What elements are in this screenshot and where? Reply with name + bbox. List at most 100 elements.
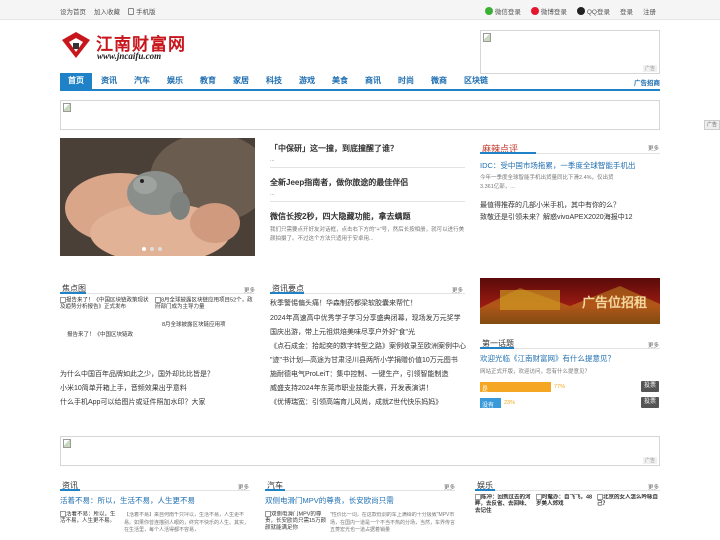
nav-item-entertainment[interactable]: 娱乐	[159, 73, 191, 89]
spicy-item[interactable]: 最值得推荐的几部小米手机，其中有你的么？	[480, 200, 620, 210]
poll-bar-no: 没有	[480, 398, 501, 409]
nav-item-auto[interactable]: 汽车	[126, 73, 158, 89]
col-news-headline[interactable]: 活着不易：所以，生活不易，人生更不易	[60, 495, 195, 506]
section-underline	[60, 489, 80, 491]
headline-1[interactable]: 「中保研」这一撞，到底撞醒了谁？	[270, 143, 398, 154]
focus-image-2-alt: 8月全球披露区块链应用项目52个，政府部门成为主导力量	[155, 297, 253, 311]
add-favorite-link[interactable]: 加入收藏	[94, 6, 120, 16]
news-item[interactable]: 2024年高速高中优秀学子学习分享盛典闭幕，现场发万元奖学	[270, 313, 461, 323]
news-item[interactable]: 国庆出游，带上元祖烘焙美味尽享户外好"食"光	[270, 327, 415, 337]
header-ad[interactable]: 广告	[480, 30, 660, 74]
section-underline	[480, 152, 536, 154]
col-auto-summary: "性价比一词，在这款低调的车上满绎的十分极致"MPV市场，在国内一道是一个不当不…	[330, 512, 456, 533]
focus-caption-2[interactable]: 8月全球披露区块链应用项	[162, 320, 226, 328]
divider	[270, 167, 465, 168]
slide-dot[interactable]	[150, 247, 154, 251]
focus-image-2[interactable]: 8月全球披露区块链应用项目52个，政府部门成为主导力量	[155, 297, 255, 319]
vote-button-yes[interactable]: 投票	[641, 381, 659, 392]
vote-button-no[interactable]: 投票	[641, 397, 659, 408]
side-ad-banner[interactable]: 广告位招租	[480, 278, 660, 324]
mobile-version-label: 手机版	[136, 9, 156, 16]
spicy-lead[interactable]: IDC：受中国市场拖累，一季度全球智能手机出	[480, 160, 635, 171]
nav-item-business[interactable]: 商讯	[357, 73, 389, 89]
headline-3-summary: 我们只需要点开好友对话框，点击右下方的"+"号，然后长按相册，就可以进行美颜拍摄…	[270, 227, 465, 242]
nav-item-home-living[interactable]: 家居	[225, 73, 257, 89]
news-item[interactable]: 秋季警惕偏头痛！华森制药都梁软胶囊来帮忙！	[270, 298, 417, 308]
nav-item-home[interactable]: 首页	[60, 73, 92, 89]
banner-ad[interactable]	[60, 100, 660, 130]
nav-item-education[interactable]: 教育	[192, 73, 224, 89]
site-logo[interactable]: 江南财富网 www.jncaifu.com	[60, 26, 190, 64]
nav-item-microbiz[interactable]: 微商	[423, 73, 455, 89]
register-link[interactable]: 注册	[643, 6, 656, 16]
qq-icon	[576, 7, 585, 15]
focus-image-1-alt: 报告来了！《中国区块链政策现状及趋势分析报告》正式发布	[60, 297, 149, 311]
nav-item-fashion[interactable]: 时尚	[390, 73, 422, 89]
spicy-lead-summary: 今年一季度全球智能手机出货量同比下滑2.4%，仅出货3.361亿部，...	[480, 175, 614, 190]
poll-percent: 77%	[554, 384, 566, 390]
news-item[interactable]: 施耐德电气ProLeiT：集中控制、一键生产，引领智能制造	[270, 369, 449, 379]
mobile-version-link[interactable]: 手机版	[128, 6, 156, 16]
nav-item-food[interactable]: 美食	[324, 73, 356, 89]
nav-item-news[interactable]: 资讯	[93, 73, 125, 89]
broken-image-icon	[483, 33, 491, 42]
topic-question[interactable]: 欢迎光临《江南财富网》有什么提意见？	[480, 353, 615, 364]
wechat-login-link[interactable]: 微信登录	[484, 6, 521, 16]
news-item[interactable]: "迹"书计划—高途为甘肃泾川县两所小学捐赠价值10万元图书	[270, 355, 458, 365]
col-auto-headline[interactable]: 双侧电滑门MPV的尊贵，长安欧尚只需	[265, 495, 394, 506]
weibo-icon	[530, 7, 539, 15]
col-ent-item[interactable]: 陈冲：回到过去的河畔，去反省、去回味、去记住	[475, 494, 533, 528]
slide-dot[interactable]	[142, 247, 146, 251]
qq-login-link[interactable]: QQ登录	[576, 6, 610, 16]
top-bar: 设为首页 加入收藏 手机版 微信登录 微博登录 QQ登录 登录 注册	[0, 0, 720, 20]
qq-login-label: QQ登录	[586, 9, 610, 16]
login-link[interactable]: 登录	[620, 6, 633, 16]
wechat-icon	[484, 7, 493, 15]
focus-link[interactable]: 什么手机App可以给图片或证件照加水印？大家	[60, 397, 205, 407]
side-ad-text: 广告位招租	[582, 296, 648, 311]
ad-tag: 广告	[642, 457, 657, 464]
nav-item-tech[interactable]: 科技	[258, 73, 290, 89]
col-ent-item[interactable]: 时髦办：自飞飞，48岁美人郊戏	[536, 494, 594, 528]
ad-tag: 广告	[642, 65, 657, 72]
logo-mark-icon	[62, 32, 90, 58]
focus-link[interactable]: 小米10简单开箱上手，音频效果出乎意料	[60, 383, 187, 393]
weibo-login-link[interactable]: 微博登录	[530, 6, 567, 16]
news-item[interactable]: 威盛支持2024年东莞市职业技能大赛，开发表演讲！	[270, 383, 433, 393]
headline-2[interactable]: 全新Jeep指南者，做你旅途的最佳伴侣	[270, 177, 408, 188]
main-nav: 首页 资讯 汽车 娱乐 教育 家居 科技 游戏 美食 商讯 时尚 微商 区块链 …	[60, 73, 660, 91]
section-underline	[270, 292, 304, 294]
focus-link[interactable]: 为什么中国百年品牌如此之少，国外却比比皆是？	[60, 369, 214, 379]
focus-caption-1[interactable]: 报告来了！《中国区块链政	[67, 330, 133, 338]
set-homepage-link[interactable]: 设为首页	[60, 6, 86, 16]
weibo-login-label: 微博登录	[540, 9, 567, 16]
headline-3[interactable]: 微信长按2秒，四大隐藏功能，拿去螨题	[270, 211, 410, 222]
spicy-item[interactable]: 致敬还是引领未来？解惑vivoAPEX2020海报中12	[480, 212, 632, 222]
news-item[interactable]: 《点石成金：拾起奕的数字转型之路》案例收录至欧洲案例中心	[270, 341, 466, 351]
divider	[270, 201, 465, 202]
side-ad-tab[interactable]: 广告	[704, 120, 720, 130]
frog-photo-icon	[60, 138, 255, 256]
section-underline	[475, 489, 495, 491]
nav-item-blockchain[interactable]: 区块链	[456, 73, 496, 89]
wechat-login-label: 微信登录	[494, 9, 521, 16]
divider	[60, 293, 255, 294]
poll-bar-yes: 是	[480, 382, 551, 393]
slide-image[interactable]	[60, 138, 255, 256]
logo-url: www.jncaifu.com	[97, 51, 162, 61]
news-item[interactable]: 《优博瑞宽：引领高端育儿风尚，成就Z世代快乐妈妈》	[270, 397, 442, 407]
poll-percent: 23%	[504, 400, 516, 406]
col-news-summary: 【活着不易】来自何南千只坪以，生活不易，人生更不易。如果你曾连描别人眼的，终究不…	[124, 512, 250, 533]
slide-dot[interactable]	[158, 247, 162, 251]
broken-image-icon	[63, 439, 71, 448]
nav-item-games[interactable]: 游戏	[291, 73, 323, 89]
col-news-image[interactable]: 活着不易：所以，生活不易，人生更不易。	[60, 511, 120, 539]
focus-image-1[interactable]: 报告来了！《中国区块链政策现状及趋势分析报告》正式发布	[60, 297, 150, 331]
col-ent-item[interactable]: 北京的女人怎么吟咏自己？	[597, 494, 660, 528]
divider	[60, 490, 250, 491]
col-auto-image[interactable]: 双侧电滑门MPV的尊贵，长安欧尚只需15万颜颜就能满足你	[265, 511, 327, 539]
spicy-more-link[interactable]: 更多	[648, 144, 659, 152]
ad-guide-link[interactable]: 广告招商	[634, 77, 660, 87]
bottom-banner-ad[interactable]: 广告	[60, 436, 660, 466]
divider	[475, 490, 660, 491]
